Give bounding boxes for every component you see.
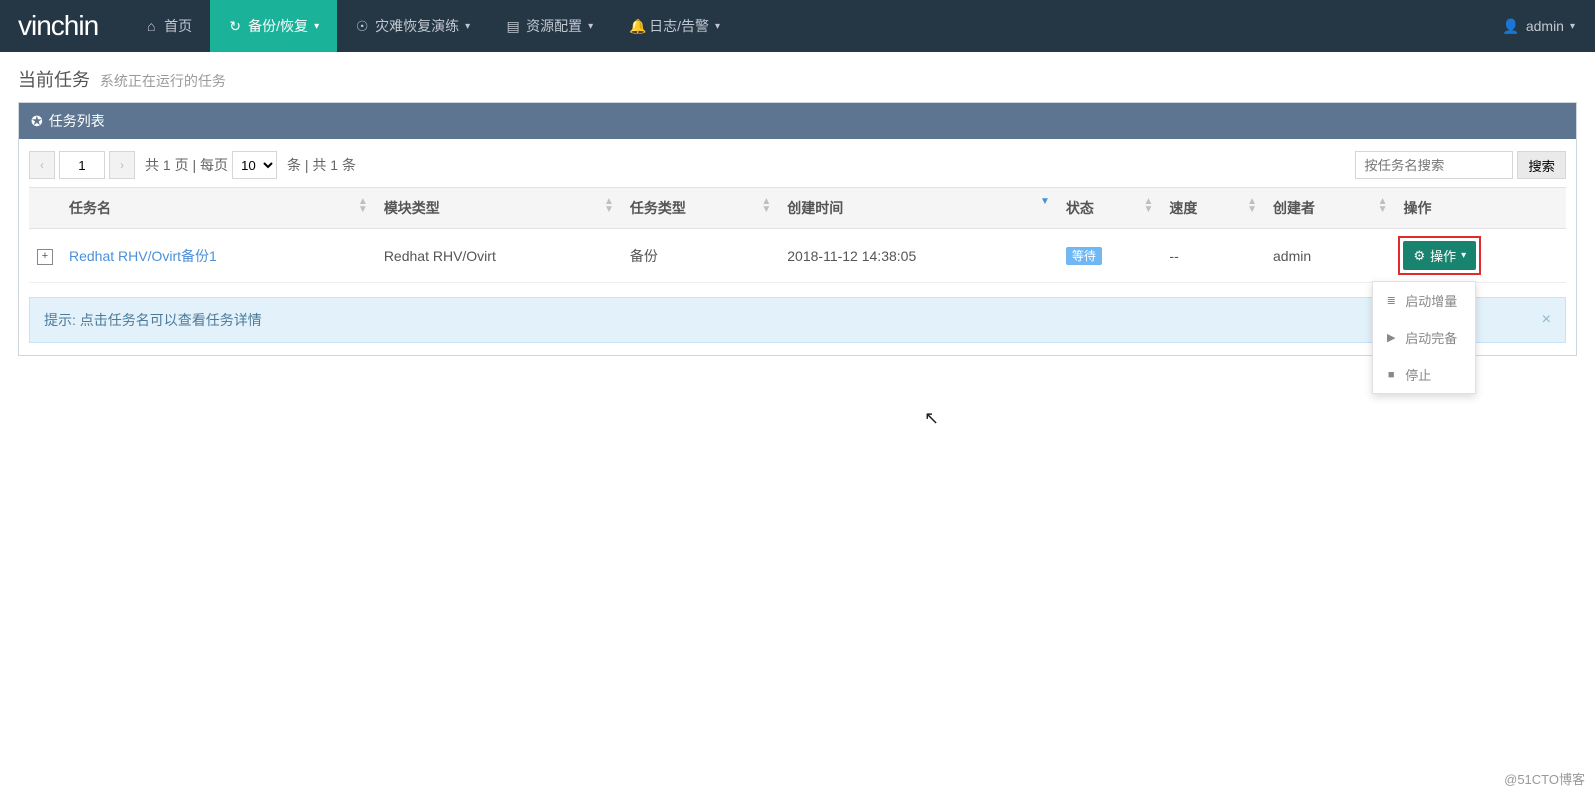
grid-icon: ▤ <box>506 18 520 35</box>
nav-label: 资源配置 <box>526 16 582 36</box>
hint-box: 提示: 点击任务名可以查看任务详情 × <box>29 297 1566 343</box>
col-action: 操作 <box>1395 188 1566 229</box>
panel-title: 任务列表 <box>49 111 105 131</box>
page-heading: 当前任务 系统正在运行的任务 <box>0 52 1595 102</box>
menu-label: 启动增量 <box>1405 291 1457 310</box>
page-title: 当前任务 <box>18 70 90 90</box>
menu-label: 启动完备 <box>1405 328 1457 347</box>
col-speed[interactable]: 速度▲▼ <box>1161 188 1265 229</box>
col-task-name[interactable]: 任务名▲▼ <box>61 188 376 229</box>
hint-close-button[interactable]: × <box>1542 311 1551 329</box>
nav-backup-restore[interactable]: ↻ 备份/恢复 ▾ <box>210 0 337 52</box>
search-input[interactable] <box>1355 151 1513 179</box>
nav-home[interactable]: ⌂ 首页 <box>126 0 210 52</box>
status-badge: 等待 <box>1066 247 1102 265</box>
col-status[interactable]: 状态▲▼ <box>1058 188 1162 229</box>
col-module[interactable]: 模块类型▲▼ <box>376 188 622 229</box>
col-expand <box>29 188 61 229</box>
hint-text: 提示: 点击任务名可以查看任务详情 <box>44 310 262 330</box>
menu-stop[interactable]: ■ 停止 <box>1373 356 1475 393</box>
action-cell: ⚙ 操作 ▾ ≣ 启动增量 ▶ <box>1403 241 1476 270</box>
search-button[interactable]: 搜索 <box>1517 151 1566 179</box>
table-toolbar: ‹ › 共 1 页 | 每页 10 条 | 共 1 条 搜索 <box>29 151 1566 179</box>
page-info-b: 条 | 共 1 条 <box>287 155 356 175</box>
page-subtitle: 系统正在运行的任务 <box>100 73 226 89</box>
panel-icon: ✪ <box>31 113 43 130</box>
table-header-row: 任务名▲▼ 模块类型▲▼ 任务类型▲▼ 创建时间▼ 状态▲▼ 速度▲▼ 创建者▲… <box>29 188 1566 229</box>
page-number-input[interactable] <box>59 151 105 179</box>
task-list-panel: ✪ 任务列表 ‹ › 共 1 页 | 每页 10 条 | 共 1 条 搜索 任务… <box>18 102 1577 356</box>
bars-icon: ≣ <box>1385 294 1397 307</box>
user-menu[interactable]: 👤 admin ▾ <box>1502 18 1595 35</box>
col-created[interactable]: 创建时间▼ <box>779 188 1058 229</box>
chevron-down-icon: ▾ <box>314 21 319 32</box>
refresh-icon: ↻ <box>228 18 242 35</box>
menu-start-incremental[interactable]: ≣ 启动增量 <box>1373 282 1475 319</box>
nav-items: ⌂ 首页 ↻ 备份/恢复 ▾ ☉ 灾难恢复演练 ▾ ▤ 资源配置 ▾ 🔔 日志/… <box>126 0 1502 52</box>
brand-logo: vinchin <box>0 10 126 42</box>
home-icon: ⌂ <box>144 18 158 34</box>
top-navbar: vinchin ⌂ 首页 ↻ 备份/恢复 ▾ ☉ 灾难恢复演练 ▾ ▤ 资源配置… <box>0 0 1595 52</box>
cell-created: 2018-11-12 14:38:05 <box>779 229 1058 283</box>
chevron-down-icon: ▾ <box>715 21 720 32</box>
panel-body: ‹ › 共 1 页 | 每页 10 条 | 共 1 条 搜索 任务名▲▼ 模块类… <box>19 139 1576 355</box>
nav-label: 日志/告警 <box>649 16 709 36</box>
chevron-down-icon: ▾ <box>1570 21 1575 32</box>
nav-resources[interactable]: ▤ 资源配置 ▾ <box>488 0 611 52</box>
bell-icon: 🔔 <box>629 18 643 35</box>
chevron-down-icon: ▾ <box>465 21 470 32</box>
chevron-down-icon: ▾ <box>1461 250 1466 261</box>
cell-speed: -- <box>1161 229 1265 283</box>
action-label: 操作 <box>1430 246 1456 265</box>
page-info-a: 共 1 页 | 每页 <box>145 155 228 175</box>
nav-label: 灾难恢复演练 <box>375 16 459 36</box>
stop-icon: ■ <box>1385 369 1397 381</box>
user-icon: 👤 <box>1502 18 1519 35</box>
page-next-button[interactable]: › <box>109 151 135 179</box>
cell-creator: admin <box>1265 229 1395 283</box>
mouse-cursor-icon: ↖ <box>924 408 939 429</box>
nav-label: 首页 <box>164 16 192 36</box>
nav-label: 备份/恢复 <box>248 16 308 36</box>
col-creator[interactable]: 创建者▲▼ <box>1265 188 1395 229</box>
cell-type: 备份 <box>622 229 779 283</box>
menu-label: 停止 <box>1405 365 1431 384</box>
action-button[interactable]: ⚙ 操作 ▾ <box>1403 241 1476 270</box>
play-icon: ▶ <box>1385 331 1397 344</box>
expand-row-button[interactable]: + <box>37 249 53 265</box>
menu-start-full[interactable]: ▶ 启动完备 <box>1373 319 1475 356</box>
page-size-select[interactable]: 10 <box>232 151 277 179</box>
nav-disaster-recovery[interactable]: ☉ 灾难恢复演练 ▾ <box>337 0 488 52</box>
col-type[interactable]: 任务类型▲▼ <box>622 188 779 229</box>
action-dropdown: ≣ 启动增量 ▶ 启动完备 ■ 停止 <box>1372 281 1476 394</box>
task-name-link[interactable]: Redhat RHV/Ovirt备份1 <box>69 248 217 264</box>
page-prev-button[interactable]: ‹ <box>29 151 55 179</box>
cell-module: Redhat RHV/Ovirt <box>376 229 622 283</box>
panel-header: ✪ 任务列表 <box>19 103 1576 139</box>
task-table: 任务名▲▼ 模块类型▲▼ 任务类型▲▼ 创建时间▼ 状态▲▼ 速度▲▼ 创建者▲… <box>29 187 1566 283</box>
table-row: + Redhat RHV/Ovirt备份1 Redhat RHV/Ovirt 备… <box>29 229 1566 283</box>
chevron-down-icon: ▾ <box>588 21 593 32</box>
user-name: admin <box>1526 18 1564 34</box>
watermark-text: @51CTO博客 <box>1504 769 1585 788</box>
gear-icon: ⚙ <box>1413 248 1425 264</box>
nav-logs-alerts[interactable]: 🔔 日志/告警 ▾ <box>611 0 738 52</box>
target-icon: ☉ <box>355 18 369 35</box>
